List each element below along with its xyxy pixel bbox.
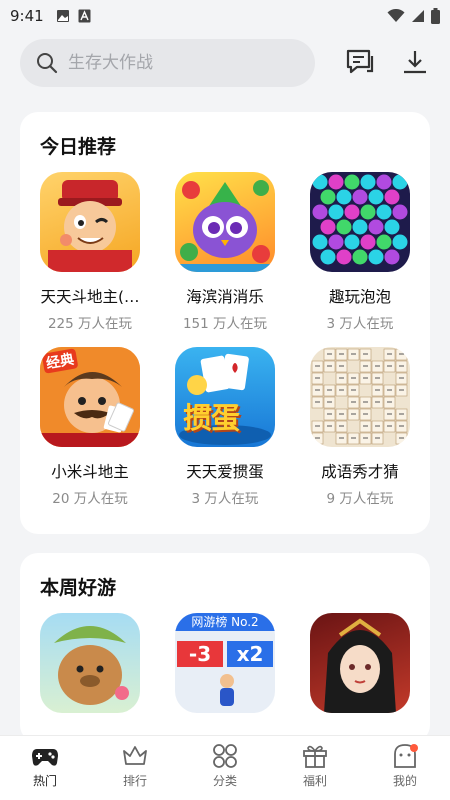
game-item[interactable]: 掼蛋 天天爱掼蛋 3 万人在玩 bbox=[165, 347, 285, 507]
gamepad-icon bbox=[32, 749, 58, 766]
app-notification-icon bbox=[78, 9, 91, 23]
weekly-card: 本周好游 网游榜 No.2 -3 x2 bbox=[20, 553, 430, 743]
game-item[interactable]: 成语秀才猜 9 万人在玩 bbox=[300, 347, 420, 507]
owl-match-icon bbox=[175, 172, 275, 272]
messages-button[interactable] bbox=[343, 45, 377, 79]
game-item[interactable]: 天天斗地主(… 225 万人在玩 bbox=[30, 172, 150, 332]
category-grid-icon bbox=[213, 744, 237, 768]
search-bar[interactable] bbox=[20, 39, 315, 87]
tab-welfare[interactable]: 福利 bbox=[270, 736, 360, 800]
battery-icon bbox=[431, 8, 440, 24]
guandan-cards-icon: 掼蛋 bbox=[175, 347, 275, 447]
landlord-cartoon-icon bbox=[40, 172, 140, 272]
anime-character-icon bbox=[310, 613, 410, 713]
signal-icon bbox=[412, 10, 424, 22]
section-title: 今日推荐 bbox=[40, 136, 117, 158]
idiom-crossword-icon bbox=[310, 347, 410, 447]
game-players: 9 万人在玩 bbox=[326, 491, 394, 507]
section-title: 本周好游 bbox=[40, 577, 117, 599]
bottom-tab-bar: 热门 排行 分类 福利 我的 bbox=[0, 735, 450, 800]
tab-label: 排行 bbox=[122, 774, 147, 788]
message-icon bbox=[346, 49, 374, 74]
game-item[interactable]: 网游榜 No.2 -3 x2 bbox=[165, 613, 285, 713]
gift-icon bbox=[303, 745, 327, 768]
search-input[interactable] bbox=[68, 53, 268, 73]
game-item[interactable]: 经典 小米斗地主 20 万人在玩 bbox=[30, 347, 150, 507]
bubble-shooter-icon bbox=[310, 172, 410, 272]
tab-label: 分类 bbox=[212, 774, 237, 788]
game-name: 成语秀才猜 bbox=[321, 463, 399, 481]
game-players: 151 万人在玩 bbox=[182, 316, 268, 332]
status-time: 9:41 bbox=[10, 7, 44, 25]
runner-numbers-icon: 网游榜 No.2 -3 x2 bbox=[175, 613, 275, 713]
game-players: 225 万人在玩 bbox=[47, 316, 133, 332]
tab-hot[interactable]: 热门 bbox=[0, 736, 90, 800]
tab-label: 福利 bbox=[302, 774, 327, 788]
game-players: 20 万人在玩 bbox=[52, 491, 128, 507]
search-row bbox=[20, 38, 440, 88]
capybara-icon bbox=[40, 613, 140, 713]
game-item[interactable]: 海滨消消乐 151 万人在玩 bbox=[165, 172, 285, 332]
tab-rank[interactable]: 排行 bbox=[90, 736, 180, 800]
tab-mine[interactable]: 我的 bbox=[360, 736, 450, 800]
guandan-logo: 掼蛋 bbox=[183, 401, 240, 435]
game-name: 小米斗地主 bbox=[51, 463, 129, 481]
status-bar: 9:41 bbox=[0, 0, 450, 32]
game-name: 海滨消消乐 bbox=[186, 288, 264, 306]
classic-landlord-icon: 经典 bbox=[40, 347, 140, 447]
game-name: 天天斗地主(… bbox=[40, 288, 140, 306]
game-name: 天天爱掼蛋 bbox=[186, 463, 264, 481]
game-players: 3 万人在玩 bbox=[191, 491, 259, 507]
crown-icon bbox=[123, 746, 147, 765]
search-icon bbox=[37, 53, 58, 74]
download-button[interactable] bbox=[398, 45, 432, 79]
game-players: 3 万人在玩 bbox=[326, 316, 394, 332]
notification-dot bbox=[410, 744, 418, 752]
tab-label: 我的 bbox=[392, 774, 417, 788]
game-item[interactable] bbox=[30, 613, 150, 713]
tab-label: 热门 bbox=[32, 774, 57, 788]
game-item[interactable]: 趣玩泡泡 3 万人在玩 bbox=[300, 172, 420, 332]
game-name: 趣玩泡泡 bbox=[328, 288, 391, 306]
game-item[interactable] bbox=[300, 613, 420, 713]
download-icon bbox=[404, 51, 426, 74]
recommend-card: 今日推荐 天天斗地主(… 225 万人在玩 海滨消消乐 151 万人在玩 趣玩泡… bbox=[20, 112, 430, 534]
wifi-icon bbox=[387, 9, 405, 22]
tab-category[interactable]: 分类 bbox=[180, 736, 270, 800]
image-notification-icon bbox=[56, 10, 69, 22]
